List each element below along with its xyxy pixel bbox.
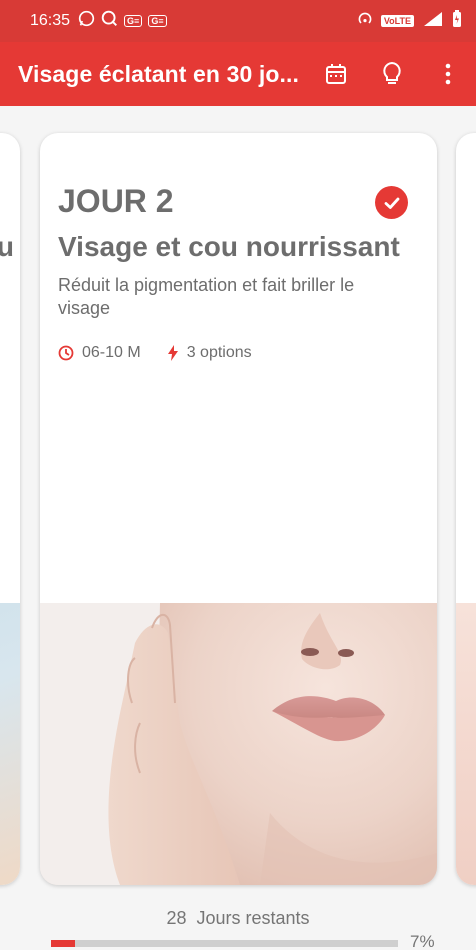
next-card-image xyxy=(456,603,476,885)
calendar-icon xyxy=(326,64,346,84)
hotspot-icon xyxy=(357,11,373,32)
days-remaining-count: 28 xyxy=(166,908,187,928)
previous-card-title: u xyxy=(0,231,14,262)
clock-icon xyxy=(58,345,74,361)
day-card[interactable]: JOUR 2 Visage et cou nourrissant Réduit … xyxy=(40,133,437,885)
volte-badge: VoLTE xyxy=(380,15,414,27)
duration-text: 06-10 M xyxy=(82,344,141,361)
progress-percent: 7% xyxy=(410,932,435,950)
gallery-notify-icon: G≡ xyxy=(124,15,143,27)
page-title: Visage éclatant en 30 jo... xyxy=(18,60,299,87)
more-vert-icon xyxy=(445,63,451,85)
options-text: 3 options xyxy=(186,344,252,361)
tips-button[interactable] xyxy=(364,42,420,106)
battery-icon xyxy=(452,9,462,33)
next-day-card[interactable] xyxy=(456,133,476,885)
signal-icon xyxy=(422,11,444,32)
previous-card-image xyxy=(0,603,20,885)
search-notify-icon xyxy=(101,10,118,32)
card-title: Visage et cou nourrissant xyxy=(58,231,400,262)
day-label: JOUR 2 xyxy=(58,183,174,219)
card-meta: 06-10 M 3 options xyxy=(58,344,278,362)
gallery-notify-icon-2: G≡ xyxy=(148,15,167,27)
options-info: 3 options xyxy=(167,344,252,362)
progress-fill xyxy=(51,940,76,947)
whatsapp-icon xyxy=(78,10,95,32)
calendar-button[interactable] xyxy=(308,42,364,106)
duration-info: 06-10 M xyxy=(58,344,141,362)
progress-bar xyxy=(51,940,398,947)
previous-day-card[interactable]: u xyxy=(0,133,20,885)
face-photo xyxy=(40,603,437,885)
status-time: 16:35 xyxy=(30,12,71,29)
more-options-button[interactable] xyxy=(420,42,476,106)
completed-check-icon xyxy=(375,186,408,219)
days-remaining-label: Jours restants xyxy=(196,908,310,928)
app-bar: Visage éclatant en 30 jo... xyxy=(0,42,476,106)
bolt-icon xyxy=(167,345,178,361)
card-description: Réduit la pigmentation et fait briller l… xyxy=(58,275,355,318)
days-remaining: 28 Jours restants xyxy=(0,908,476,929)
status-bar: 16:35 G≡ G≡ VoLTE xyxy=(0,0,476,42)
screen: 16:35 G≡ G≡ VoLTE Visage éclatant en 30 … xyxy=(0,0,476,950)
lightbulb-icon xyxy=(383,61,401,84)
